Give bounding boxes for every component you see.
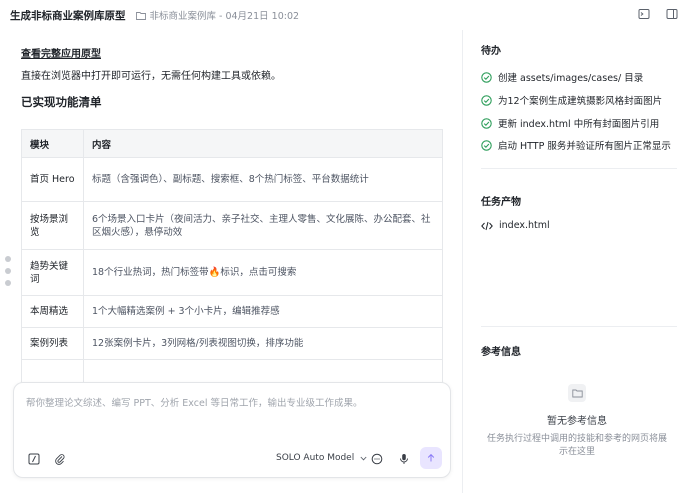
- table-row: 按场景浏览 6个场景入口卡片（夜间活力、亲子社交、主理人零售、文化展陈、办公配套…: [21, 201, 443, 250]
- table-cell-module: 案例列表: [21, 327, 84, 360]
- slash-command-icon[interactable]: [28, 453, 40, 465]
- artifacts-title: 任务产物: [481, 197, 521, 208]
- todo-item: 创建 assets/images/cases/ 目录: [481, 70, 643, 84]
- todo-item: 为12个案例生成建筑摄影风格封面图片: [481, 93, 662, 107]
- table-cell-content: 标题（含强调色）、副标题、搜索框、8个热门标签、平台数据统计: [83, 157, 443, 202]
- todo-label: 启动 HTTP 服务并验证所有图片正常显示: [498, 141, 671, 152]
- artifact-file-name: index.html: [499, 220, 550, 231]
- todo-label: 创建 assets/images/cases/ 目录: [498, 73, 644, 84]
- model-label: SOLO Auto Model: [276, 453, 355, 463]
- empty-title: 暂无参考信息: [547, 416, 607, 427]
- empty-folder-icon: [568, 384, 586, 402]
- check-circle-icon: [481, 71, 492, 83]
- table-cell-module: 趋势关键词: [21, 249, 84, 296]
- table-cell-module: 首页 Hero: [21, 157, 84, 202]
- reference-title: 参考信息: [481, 347, 521, 358]
- window-title: 生成非标商业案例库原型: [10, 9, 126, 22]
- table-cell-content: 12张案例卡片，3列网格/列表视图切换，排序功能: [83, 327, 443, 360]
- check-circle-icon: [481, 94, 492, 106]
- scroll-dot[interactable]: [5, 280, 11, 286]
- feature-list-heading: 已实现功能清单: [21, 95, 102, 109]
- scroll-indicator[interactable]: [5, 256, 11, 286]
- todo-title: 待办: [481, 46, 501, 57]
- chat-input-box[interactable]: 帮你整理论文综述、编写 PPT、分析 Excel 等日常工作，输出专业级工作成果…: [13, 382, 451, 478]
- table-row: 本周精选 1个大幅精选案例 + 3个小卡片，编辑推荐感: [21, 295, 443, 328]
- chevron-down-icon: [360, 456, 367, 460]
- table-cell-module: 本周精选: [21, 295, 84, 328]
- chat-input[interactable]: 帮你整理论文综述、编写 PPT、分析 Excel 等日常工作，输出专业级工作成果…: [26, 395, 363, 409]
- scroll-dot[interactable]: [5, 256, 11, 262]
- todo-label: 更新 index.html 中所有封面图片引用: [498, 119, 660, 130]
- todo-label: 为12个案例生成建筑摄影风格封面图片: [498, 96, 663, 107]
- microphone-icon[interactable]: [398, 453, 410, 465]
- model-selector[interactable]: SOLO Auto Model: [276, 453, 367, 463]
- side-panel: 待办 创建 assets/images/cases/ 目录 为12个案例生成建筑…: [462, 30, 690, 493]
- table-header-module: 模块: [21, 129, 84, 158]
- reference-empty-state: 暂无参考信息 任务执行过程中调用的技能和参考的网页将展示在这里: [463, 384, 690, 459]
- table-cell-content: 6个场景入口卡片（夜间活力、亲子社交、主理人零售、文化展陈、办公配套、社区烟火感…: [83, 201, 443, 250]
- check-circle-icon: [481, 117, 492, 129]
- scroll-dot[interactable]: [5, 268, 11, 274]
- table-row: 首页 Hero 标题（含强调色）、副标题、搜索框、8个热门标签、平台数据统计: [21, 157, 443, 202]
- terminal-icon[interactable]: [638, 8, 650, 20]
- arrow-up-icon: [427, 453, 435, 462]
- attachment-icon[interactable]: [54, 453, 66, 465]
- breadcrumb-path[interactable]: 非标商业案例库 - 04月21日 10:02: [150, 8, 300, 22]
- divider: [481, 326, 677, 327]
- empty-description: 任务执行过程中调用的技能和参考的网页将展示在这里: [487, 434, 668, 457]
- feature-table: 模块 内容 首页 Hero 标题（含强调色）、副标题、搜索框、8个热门标签、平台…: [21, 129, 443, 392]
- send-button[interactable]: [420, 447, 442, 469]
- table-cell-content: 18个行业热词，热门标签带🔥标识，点击可搜索: [83, 249, 443, 296]
- code-icon: [481, 221, 493, 230]
- table-row: 案例列表 12张案例卡片，3列网格/列表视图切换，排序功能: [21, 327, 443, 360]
- check-circle-icon: [481, 139, 492, 151]
- divider: [481, 168, 677, 169]
- todo-item: 启动 HTTP 服务并验证所有图片正常显示: [481, 138, 671, 152]
- top-bar: 生成非标商业案例库原型 非标商业案例库 - 04月21日 10:02: [0, 0, 690, 30]
- table-header-content: 内容: [83, 129, 443, 158]
- description-text: 直接在浏览器中打开即可运行，无需任何构建工具或依赖。: [21, 71, 281, 82]
- table-row: 趋势关键词 18个行业热词，热门标签带🔥标识，点击可搜索: [21, 249, 443, 296]
- panel-toggle-icon[interactable]: [666, 8, 678, 20]
- chat-bubble-icon[interactable]: [371, 453, 383, 465]
- table-cell-content: 1个大幅精选案例 + 3个小卡片，编辑推荐感: [83, 295, 443, 328]
- todo-item: 更新 index.html 中所有封面图片引用: [481, 116, 659, 130]
- view-prototype-link[interactable]: 查看完整应用原型: [21, 48, 443, 62]
- artifact-item[interactable]: index.html: [481, 220, 550, 231]
- table-cell-module: 按场景浏览: [21, 201, 84, 250]
- folder-icon: [135, 11, 146, 20]
- table-header-row: 模块 内容: [21, 129, 443, 158]
